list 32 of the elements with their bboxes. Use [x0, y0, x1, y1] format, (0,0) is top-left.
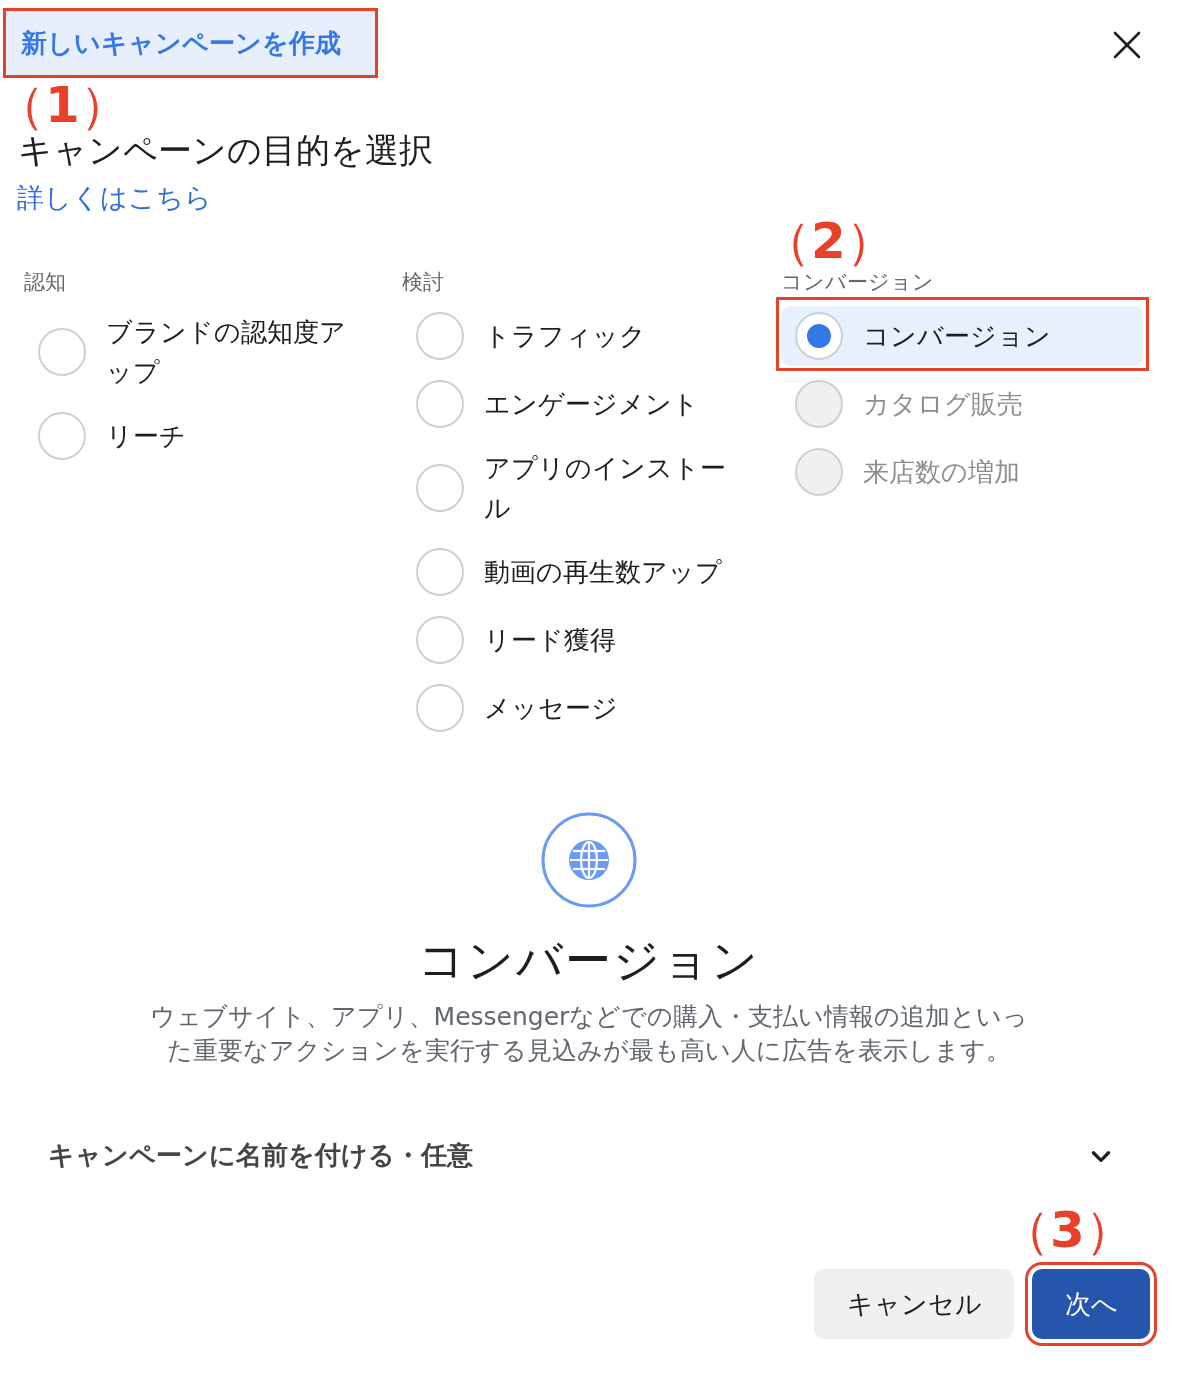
group-label: 認知 [24, 270, 66, 294]
radio-button[interactable] [416, 684, 464, 732]
radio-button[interactable] [416, 464, 464, 512]
objective-option[interactable]: メッセージ [402, 678, 764, 738]
group-label: コンバージョン [781, 270, 934, 294]
radio-button[interactable] [38, 412, 86, 460]
radio-button[interactable] [416, 616, 464, 664]
objective-description: ウェブサイト、アプリ、Messengerなどでの購入・支払い情報の追加といった重要なアクションを実行する見込みが最も高い人に広告を表示します。 [148, 1001, 1030, 1067]
objective-option[interactable]: トラフィック [402, 306, 764, 366]
objective-option[interactable]: コンバージョン [781, 306, 1143, 366]
radio-button[interactable] [38, 328, 86, 376]
learn-more-link[interactable]: 詳しくはこちら [17, 180, 212, 216]
callout-number: （3） [1000, 1205, 1135, 1255]
name-section-toggle[interactable]: キャンペーンに名前を付ける・任意 [48, 1138, 1114, 1173]
dialog-title: キャンペーンの目的を選択 [18, 130, 434, 172]
radio-button[interactable] [416, 312, 464, 360]
radio-button[interactable] [795, 312, 843, 360]
radio-button[interactable] [416, 548, 464, 596]
radio-button[interactable] [416, 380, 464, 428]
objective-option[interactable]: ブランドの認知度アップ [24, 306, 386, 398]
cancel-button[interactable]: キャンセル [814, 1269, 1014, 1339]
objective-option[interactable]: アプリのインストール [402, 442, 764, 534]
objective-heading: コンバージョン [418, 932, 760, 989]
objective-option[interactable]: リード獲得 [402, 610, 764, 670]
callout-number: （1） [0, 80, 130, 130]
objective-option[interactable]: エンゲージメント [402, 374, 764, 434]
globe-icon [541, 812, 637, 908]
close-icon[interactable] [1112, 30, 1142, 60]
objective-option[interactable]: リーチ [24, 406, 386, 466]
group-label: 検討 [402, 270, 444, 294]
callout-number: （2） [761, 216, 896, 266]
objective-option[interactable]: 動画の再生数アップ [402, 542, 764, 602]
